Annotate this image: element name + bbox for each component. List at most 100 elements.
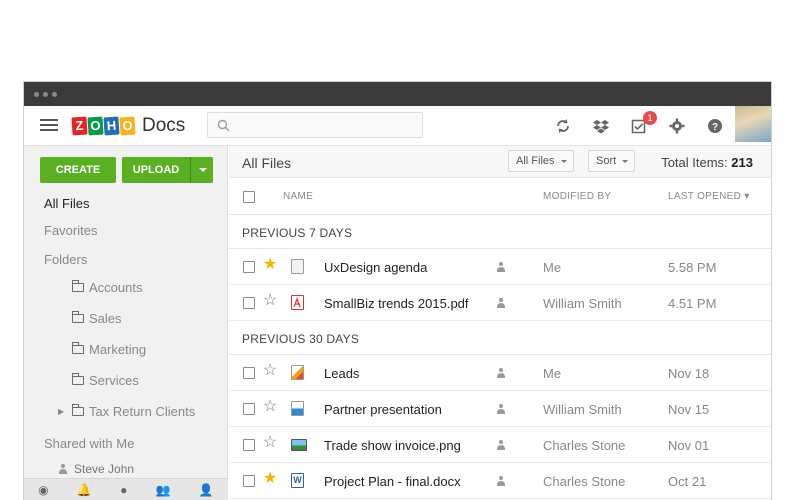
notification-bell-icon[interactable]: 🔔 [77, 483, 92, 497]
column-modified-by[interactable]: MODIFIED BY [543, 191, 611, 202]
user-icon [496, 262, 506, 272]
file-name[interactable]: SmallBiz trends 2015.pdf [324, 296, 469, 311]
file-name[interactable]: Trade show invoice.png [324, 438, 461, 453]
total-items: Total Items: 213 [661, 155, 753, 170]
sidebar-item-favorites[interactable]: Favorites [44, 223, 97, 238]
sidebar-item-shared-with-me[interactable]: Shared with Me [44, 436, 134, 451]
column-name[interactable]: NAME [283, 191, 313, 202]
tasks-badge: 1 [643, 111, 657, 125]
table-row[interactable]: ★ W Project Plan - final.docx Charles St… [229, 463, 771, 499]
window-controls[interactable] [34, 92, 57, 97]
filter-dropdown[interactable]: All Files [508, 150, 574, 172]
sync-icon[interactable] [555, 118, 571, 134]
app-name: Docs [142, 115, 186, 136]
table-row[interactable]: ☆ SmallBiz trends 2015.pdf William Smith… [229, 285, 771, 321]
spreadsheet-icon [291, 365, 304, 380]
row-checkbox[interactable] [243, 297, 255, 309]
last-opened: Nov 15 [668, 402, 710, 417]
shared-folder-icon [71, 280, 84, 292]
star-icon[interactable]: ☆ [263, 435, 277, 451]
star-icon[interactable]: ☆ [263, 399, 277, 415]
user-icon [496, 476, 506, 486]
star-icon[interactable]: ★ [263, 471, 277, 487]
file-name[interactable]: Leads [324, 366, 359, 381]
row-checkbox[interactable] [243, 403, 255, 415]
row-checkbox[interactable] [243, 367, 255, 379]
star-icon[interactable]: ☆ [263, 293, 277, 309]
eye-icon[interactable]: ◉ [38, 483, 48, 497]
user-icon [496, 404, 506, 414]
settings-icon[interactable] [669, 118, 685, 134]
tasks-icon[interactable]: 1 [631, 111, 657, 134]
table-row[interactable]: ☆ Leads Me Nov 18 [229, 355, 771, 391]
sidebar-item-shared-user[interactable]: Steve John [58, 462, 134, 476]
expand-arrow-icon[interactable]: ▶ [58, 407, 64, 416]
file-name[interactable]: Project Plan - final.docx [324, 474, 461, 489]
user-icon [496, 298, 506, 308]
help-icon[interactable]: ? [707, 118, 723, 134]
avatar[interactable] [735, 106, 771, 142]
table-row[interactable]: ☆ Trade show invoice.png Charles Stone N… [229, 427, 771, 463]
pdf-icon [291, 295, 304, 310]
sidebar-folder-marketing[interactable]: Marketing [71, 342, 146, 357]
file-list-panel: All Files All Files Sort Total Items: 21… [229, 146, 771, 500]
sort-dropdown[interactable]: Sort [588, 150, 636, 172]
folder-label: Accounts [89, 280, 143, 295]
column-last-opened[interactable]: LAST OPENED ▾ [668, 191, 750, 202]
row-checkbox[interactable] [243, 261, 255, 273]
table-row[interactable]: ★ UxDesign agenda Me 5.58 PM [229, 249, 771, 285]
folder-icon [71, 404, 84, 416]
file-name[interactable]: Partner presentation [324, 402, 442, 417]
page-title: All Files [242, 155, 292, 171]
modified-by: William Smith [543, 296, 622, 311]
group-header: PREVIOUS 30 DAYS [229, 321, 771, 355]
modified-by: Me [543, 366, 562, 381]
dropbox-icon[interactable] [593, 118, 609, 134]
total-items-value: 213 [731, 155, 753, 170]
sidebar-folder-tax-return-clients[interactable]: Tax Return Clients [71, 404, 196, 419]
select-all-checkbox[interactable] [243, 191, 255, 203]
upload-button-label: UPLOAD [132, 164, 180, 176]
shared-user-name: Steve John [74, 462, 135, 476]
profile-icon[interactable]: 👤 [199, 483, 214, 497]
logo-letter: Z [71, 116, 88, 136]
window-titlebar [24, 82, 771, 106]
star-icon[interactable]: ★ [263, 257, 277, 273]
sidebar-item-all-files[interactable]: All Files [44, 196, 90, 211]
logo-letter: O [119, 116, 136, 136]
total-items-label: Total Items: [661, 155, 728, 170]
sidebar-item-folders[interactable]: Folders [44, 252, 87, 267]
sidebar-folder-sales[interactable]: Sales [71, 311, 122, 326]
user-icon [496, 440, 506, 450]
search-icon [217, 119, 230, 132]
group-header: PREVIOUS 7 DAYS [229, 215, 771, 249]
sidebar-folder-accounts[interactable]: Accounts [71, 280, 143, 295]
upload-button[interactable]: UPLOAD [122, 157, 213, 183]
sidebar-folder-services[interactable]: Services [71, 373, 139, 388]
folder-label: Tax Return Clients [89, 404, 196, 419]
table-row[interactable]: ☆ Partner presentation William Smith Nov… [229, 391, 771, 427]
image-icon [291, 439, 307, 451]
chat-icon[interactable]: ● [120, 483, 127, 497]
last-opened: Nov 01 [668, 438, 710, 453]
group-icon[interactable]: 👥 [156, 483, 171, 497]
folder-label: Services [89, 373, 139, 388]
modified-by: Charles Stone [543, 474, 626, 489]
menu-icon[interactable] [40, 119, 58, 131]
search-input[interactable] [207, 112, 423, 138]
row-checkbox[interactable] [243, 475, 255, 487]
create-button[interactable]: CREATE [40, 157, 116, 183]
shared-folder-icon [71, 342, 84, 354]
sidebar: CREATE UPLOAD All Files Favorites Folder… [24, 146, 228, 500]
file-name[interactable]: UxDesign agenda [324, 260, 427, 275]
toolbar-icons: 1 ? [555, 111, 723, 134]
row-checkbox[interactable] [243, 439, 255, 451]
upload-dropdown-icon[interactable] [190, 157, 213, 183]
user-icon [496, 368, 506, 378]
folder-icon [71, 373, 84, 385]
last-opened: 4.51 PM [668, 296, 717, 311]
star-icon[interactable]: ☆ [263, 363, 277, 379]
file-list-header: All Files All Files Sort Total Items: 21… [229, 146, 771, 178]
zoho-docs-logo[interactable]: Z O H O Docs [71, 115, 186, 137]
app-window: Z O H O Docs 1 ? CREATE UPLOAD All Files… [24, 82, 771, 500]
